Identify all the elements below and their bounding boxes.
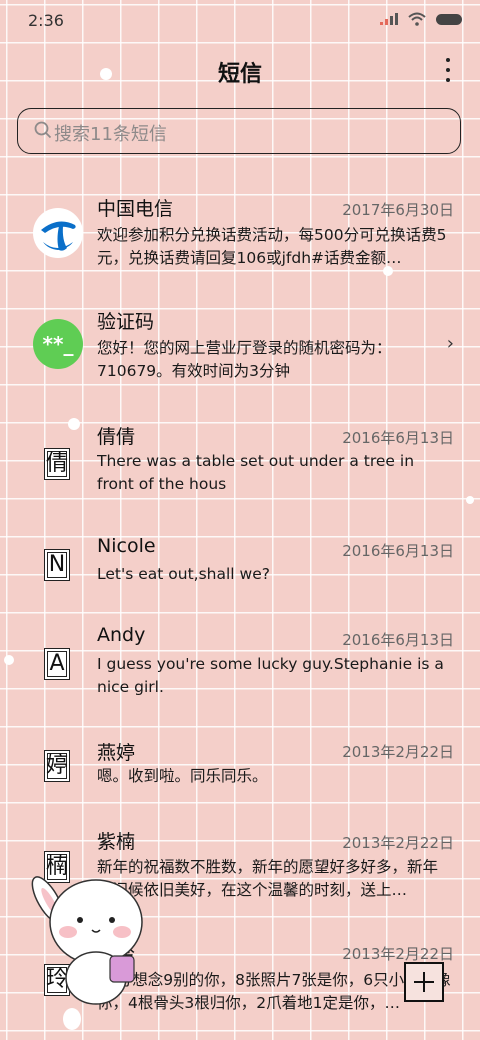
message-preview: 新年的祝福数不胜数，新年的愿望好多好多，新年的问候依旧美好，在这个温馨的时刻，送…	[97, 858, 439, 899]
message-date: 2013年2月22日	[342, 945, 454, 963]
new-message-button[interactable]	[404, 962, 444, 1002]
message-preview: 您好！您的网上营业厅登录的随机密码为：710679。有效时间为3分钟	[97, 339, 392, 380]
message-preview: 10分想念9别的你，8张照片7张是你，6只小猫只像你，4根骨头3根归你，2爪着地…	[97, 971, 451, 1012]
avatar: N	[33, 541, 83, 591]
message-preview: 欢迎参加积分兑换话费活动，每500分可兑换话费5元，兑换话费请回复106或jfd…	[97, 226, 447, 267]
message-preview: I guess you're some lucky guy.Stephanie …	[97, 655, 444, 696]
message-date: 2013年2月22日	[342, 834, 454, 852]
contact-name: 燕婷	[97, 742, 136, 764]
contact-name: Nicole	[97, 535, 156, 557]
avatar: **_	[33, 319, 83, 369]
decor-dot	[68, 418, 80, 430]
text-avatar: N	[44, 549, 70, 581]
avatar: 婷	[33, 742, 83, 792]
message-preview: There was a table set out under a tree i…	[97, 452, 415, 493]
decor-dot	[466, 496, 474, 504]
avatar	[33, 208, 83, 258]
text-avatar: 婷	[44, 750, 70, 782]
search-placeholder: 搜索11条短信	[54, 124, 167, 145]
contact-name: 验证码	[97, 311, 155, 333]
page-title: 短信	[217, 62, 262, 87]
code-avatar-icon: **_	[33, 319, 83, 369]
search-icon	[34, 121, 52, 139]
contact-name: 紫楠	[97, 831, 136, 853]
contact-name: 倩倩	[97, 426, 136, 448]
message-item[interactable]: 婷 燕婷 2013年2月22日 嗯。收到啦。同乐同乐。	[0, 734, 480, 814]
message-date: 2016年6月13日	[342, 429, 454, 447]
china-telecom-logo-icon	[33, 208, 83, 258]
message-date: 2013年2月22日	[342, 743, 454, 761]
message-item[interactable]: N Nicole 2016年6月13日 Let's eat out,shall …	[0, 531, 480, 611]
avatar: A	[33, 640, 83, 690]
more-options-button[interactable]	[442, 58, 454, 82]
decor-dot	[100, 68, 112, 80]
contact-name: 中国电信	[97, 198, 174, 220]
chevron-right-icon[interactable]: ›	[447, 333, 454, 354]
message-item[interactable]: 中国电信 2017年6月30日 欢迎参加积分兑换话费活动，每500分可兑换话费5…	[0, 190, 480, 280]
battery-icon	[436, 13, 462, 25]
more-dot-icon	[446, 58, 450, 62]
decor-dot	[4, 655, 14, 665]
wifi-icon	[408, 12, 426, 26]
app-header: 短信	[0, 48, 480, 92]
message-item[interactable]: **_ 验证码 您好！您的网上营业厅登录的随机密码为：710679。有效时间为3…	[0, 303, 480, 393]
signal-icon	[380, 13, 398, 25]
decor-dot	[63, 1008, 81, 1030]
more-dot-icon	[446, 68, 450, 72]
text-avatar: 倩	[44, 448, 70, 480]
more-dot-icon	[446, 78, 450, 82]
text-avatar: A	[44, 648, 70, 680]
message-item[interactable]: A Andy 2016年6月13日 I guess you're some lu…	[0, 622, 480, 712]
search-input[interactable]: 搜索11条短信	[17, 108, 461, 154]
decor-dot	[383, 266, 393, 276]
bunny-sticker-icon	[31, 876, 143, 1005]
message-date: 2016年6月13日	[342, 542, 454, 560]
message-item[interactable]: 倩 倩倩 2016年6月13日 There was a table set ou…	[0, 418, 480, 508]
status-bar: 2:36	[0, 0, 480, 40]
message-date: 2017年6月30日	[342, 201, 454, 219]
avatar: 倩	[33, 440, 83, 490]
message-preview: 嗯。收到啦。同乐同乐。	[97, 767, 268, 785]
status-time: 2:36	[28, 11, 64, 30]
status-icons	[380, 12, 462, 26]
contact-name: Andy	[97, 624, 146, 646]
message-date: 2016年6月13日	[342, 631, 454, 649]
message-preview: Let's eat out,shall we?	[97, 565, 270, 583]
